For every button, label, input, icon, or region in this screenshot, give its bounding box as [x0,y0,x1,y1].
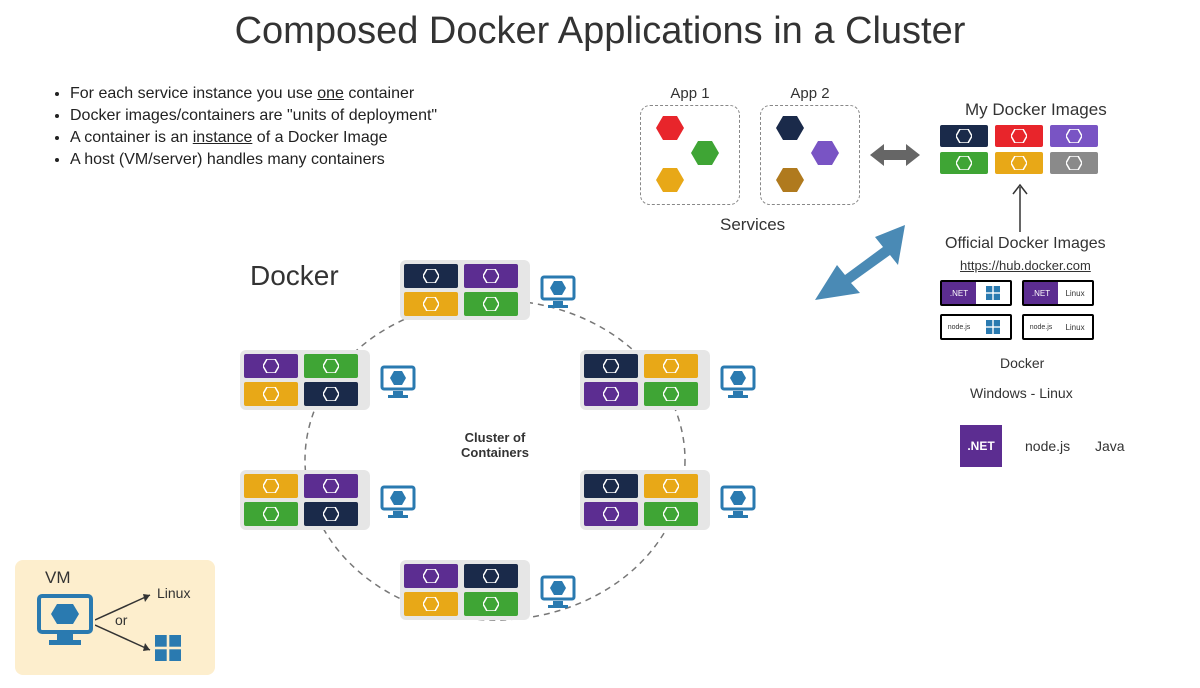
docker-image-red [995,125,1043,147]
monitor-icon [540,575,576,611]
docker-label-small: Docker [1000,355,1044,371]
bullet-1: For each service instance you use one co… [70,85,437,103]
docker-image-navy [940,125,988,147]
bullet-2: Docker images/containers are "units of d… [70,107,437,125]
cluster-node [400,260,530,320]
docker-image-grey [1050,152,1098,174]
my-docker-images-title: My Docker Images [965,100,1107,120]
app2-label: App 2 [760,85,860,102]
docker-image-green [940,152,988,174]
double-arrow-icon [870,140,920,170]
hexagon-icon [656,116,684,140]
hexagon-icon [776,168,804,192]
hexagon-icon [691,141,719,165]
vm-legend-box: VM Linux or [15,560,215,675]
official-docker-images-title: Official Docker Images [945,235,1106,253]
page-title: Composed Docker Applications in a Cluste… [0,0,1200,53]
hexagon-icon [776,116,804,140]
app1-label: App 1 [640,85,740,102]
services-label: Services [720,215,785,235]
windows-icon [155,635,183,663]
bullet-list: For each service instance you use one co… [50,85,437,173]
monitor-icon [380,485,416,521]
official-image-net-win: .NET [940,280,1012,306]
linux-label: Linux [157,585,190,601]
cluster-node [240,350,370,410]
monitor-icon [540,275,576,311]
vm-label: VM [45,568,71,588]
official-image-node-linux: node.js Linux [1022,314,1094,340]
monitor-icon [380,365,416,401]
app1-box [640,105,740,205]
cluster-label: Cluster of Containers [450,430,540,460]
cluster-node [580,350,710,410]
or-label: or [115,612,127,628]
up-arrow-icon [1010,182,1030,232]
docker-image-purple [1050,125,1098,147]
bullet-3: A container is an instance of a Docker I… [70,129,437,147]
hexagon-icon [656,168,684,192]
monitor-icon [720,365,756,401]
official-image-net-linux: .NET Linux [1022,280,1094,306]
cluster-node [580,470,710,530]
cluster-node [400,560,530,620]
nodejs-label: node.js [1025,438,1070,454]
monitor-icon [35,592,95,652]
cluster-node [240,470,370,530]
bullet-4: A host (VM/server) handles many containe… [70,151,437,169]
windows-linux-label: Windows - Linux [970,385,1073,401]
app2-box [760,105,860,205]
monitor-icon [720,485,756,521]
docker-image-yellow [995,152,1043,174]
docker-hub-link[interactable]: https://hub.docker.com [960,258,1091,273]
net-badge-icon: .NET [960,425,1002,467]
hexagon-icon [811,141,839,165]
deploy-arrow-icon [815,225,905,300]
official-image-node-win: node.js [940,314,1012,340]
java-label: Java [1095,438,1125,454]
